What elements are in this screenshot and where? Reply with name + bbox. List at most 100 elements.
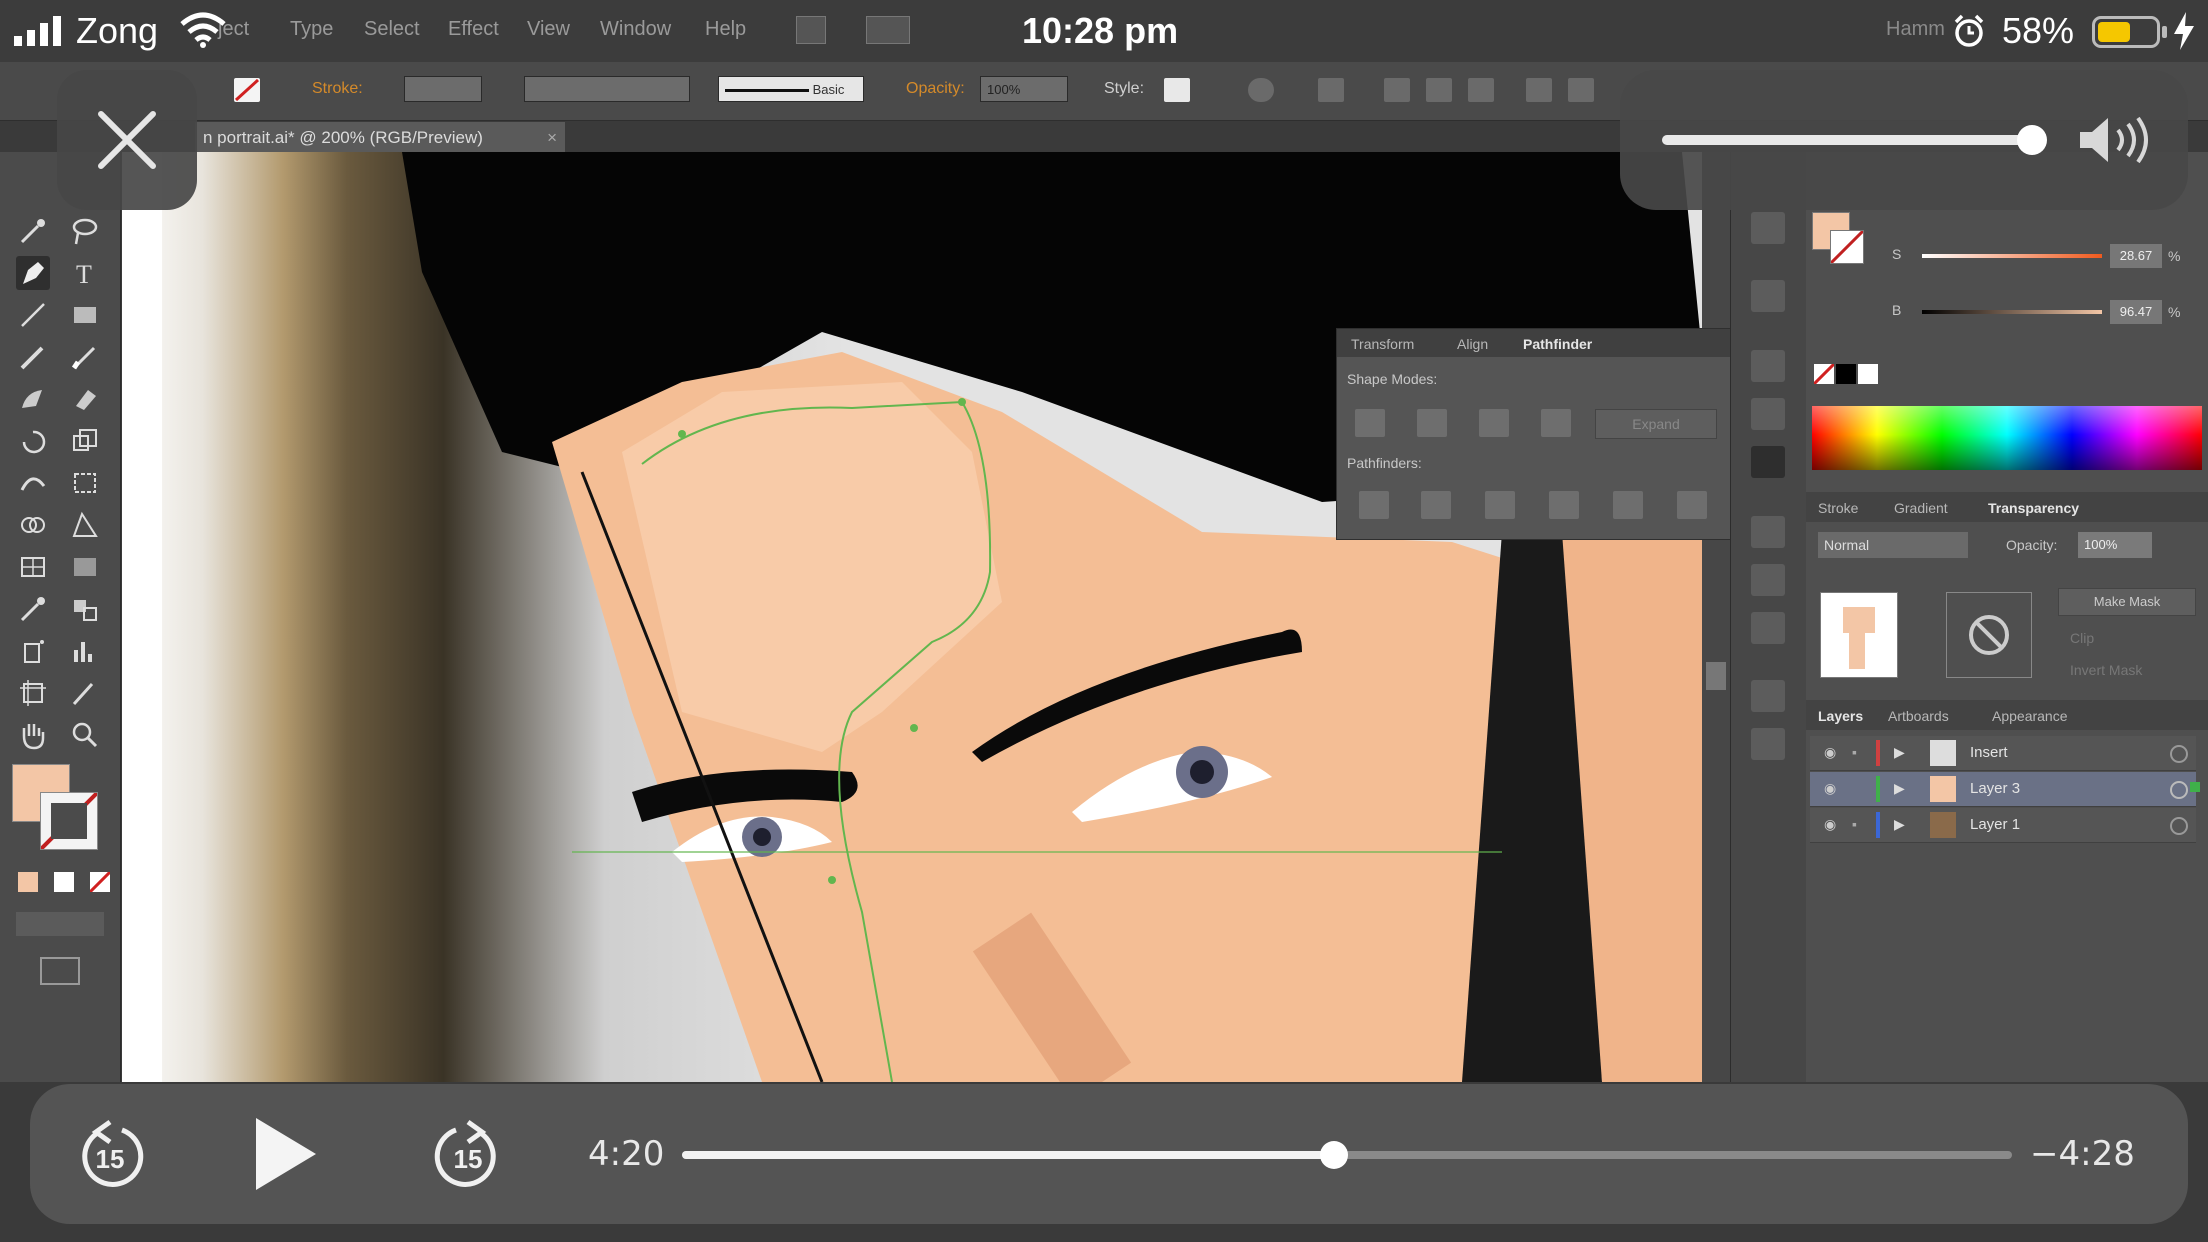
stroke-swatch[interactable] <box>40 792 98 850</box>
unite-icon[interactable] <box>1355 409 1385 437</box>
skip-back-button[interactable]: 15 <box>70 1114 150 1194</box>
brightness-field[interactable]: 96.47 <box>2110 300 2162 324</box>
character-icon[interactable] <box>1751 516 1785 548</box>
expand-arrow-icon[interactable]: ▶ <box>1894 816 1905 833</box>
progress-knob[interactable] <box>1319 1141 1348 1169</box>
pathfinder-icon[interactable] <box>1751 446 1785 478</box>
layer-row-insert[interactable]: ◉ ▪ ▶ Insert <box>1810 736 2196 771</box>
make-mask-button[interactable]: Make Mask <box>2058 588 2196 616</box>
tab-gradient[interactable]: Gradient <box>1894 500 1948 516</box>
brightness-slider[interactable] <box>1922 310 2102 314</box>
tab-artboards[interactable]: Artboards <box>1888 708 1949 724</box>
rotate-tool-icon[interactable] <box>16 424 50 458</box>
align-icon[interactable] <box>1751 350 1785 382</box>
stroke-none-swatch[interactable] <box>234 78 260 102</box>
color-stroke-swatch[interactable] <box>1830 230 1864 264</box>
expand-arrow-icon[interactable]: ▶ <box>1894 744 1905 761</box>
white-swatch[interactable] <box>1858 364 1878 384</box>
pencil-tool-icon[interactable] <box>68 340 102 374</box>
target-icon[interactable] <box>2170 781 2188 799</box>
brushes-icon[interactable] <box>1751 680 1785 712</box>
divide-icon[interactable] <box>1359 491 1389 519</box>
expand-arrow-icon[interactable]: ▶ <box>1894 780 1905 797</box>
brush-select[interactable]: Basic <box>718 76 864 102</box>
column-graph-tool-icon[interactable] <box>68 634 102 668</box>
target-icon[interactable] <box>2170 745 2188 763</box>
eraser-tool-icon[interactable] <box>68 382 102 416</box>
screen-mode-icon[interactable] <box>40 957 80 985</box>
transparency-opacity-field[interactable]: 100% <box>2078 532 2152 558</box>
tab-align[interactable]: Align <box>1457 336 1488 352</box>
close-tab-icon[interactable]: × <box>547 122 557 154</box>
symbol-library-icon[interactable] <box>1751 728 1785 760</box>
tab-transparency[interactable]: Transparency <box>1988 500 2079 516</box>
trim-icon[interactable] <box>1421 491 1451 519</box>
line-tool-icon[interactable] <box>16 298 50 332</box>
align-right-icon[interactable] <box>1468 78 1494 102</box>
warp-tool-icon[interactable] <box>16 466 50 500</box>
tab-stroke[interactable]: Stroke <box>1818 500 1858 516</box>
visibility-eye-icon[interactable]: ◉ <box>1824 780 1836 797</box>
color-mode-icon[interactable] <box>18 872 38 892</box>
zoom-tool-icon[interactable] <box>68 718 102 752</box>
recolor-icon[interactable] <box>1248 78 1274 102</box>
scale-tool-icon[interactable] <box>68 424 102 458</box>
align-top-icon[interactable] <box>1526 78 1552 102</box>
scrollbar-thumb[interactable] <box>1706 662 1726 690</box>
lock-icon[interactable]: ▪ <box>1852 816 1857 832</box>
align-middle-icon[interactable] <box>1568 78 1594 102</box>
gradient-mode-icon[interactable] <box>54 872 74 892</box>
transform-icon[interactable] <box>1751 280 1785 312</box>
none-color-swatch[interactable] <box>1814 364 1834 384</box>
blob-brush-tool-icon[interactable] <box>16 382 50 416</box>
document-tab[interactable]: n portrait.ai* @ 200% (RGB/Preview) × <box>195 122 565 154</box>
opentype-icon[interactable] <box>1751 612 1785 644</box>
speaker-volume-icon[interactable] <box>2076 114 2156 166</box>
free-transform-tool-icon[interactable] <box>68 466 102 500</box>
close-button[interactable] <box>57 70 197 210</box>
eyedropper-tool-icon[interactable] <box>16 592 50 626</box>
perspective-grid-tool-icon[interactable] <box>68 508 102 542</box>
layer-row-layer-1[interactable]: ◉ ▪ ▶ Layer 1 <box>1810 808 2196 843</box>
tab-appearance[interactable]: Appearance <box>1992 708 2068 724</box>
lock-icon[interactable]: ▪ <box>1852 744 1857 760</box>
artboard-tool-icon[interactable] <box>16 676 50 710</box>
type-tool-icon[interactable]: T <box>68 256 102 290</box>
target-icon[interactable] <box>2170 817 2188 835</box>
expand-button[interactable]: Expand <box>1595 409 1717 439</box>
shape-builder-tool-icon[interactable] <box>16 508 50 542</box>
lasso-tool-icon[interactable] <box>68 214 102 248</box>
artboard-canvas[interactable] <box>122 152 1730 1082</box>
magic-wand-tool-icon[interactable] <box>16 214 50 248</box>
hand-tool-icon[interactable] <box>16 718 50 752</box>
symbols-icon[interactable] <box>1751 212 1785 244</box>
saturation-field[interactable]: 28.67 <box>2110 244 2162 268</box>
gradient-tool-icon[interactable] <box>68 550 102 584</box>
minus-back-icon[interactable] <box>1677 491 1707 519</box>
minus-front-icon[interactable] <box>1417 409 1447 437</box>
saturation-slider[interactable] <box>1922 254 2102 258</box>
align-center-icon[interactable] <box>1426 78 1452 102</box>
play-button[interactable] <box>240 1112 324 1196</box>
stroke-weight-field[interactable] <box>404 76 482 102</box>
blend-mode-select[interactable]: Normal <box>1818 532 1968 558</box>
exclude-icon[interactable] <box>1541 409 1571 437</box>
invert-mask-checkbox[interactable]: Invert Mask <box>2070 662 2142 678</box>
volume-slider[interactable] <box>1662 125 2047 155</box>
stroke-icon[interactable] <box>1751 398 1785 430</box>
volume-knob[interactable] <box>2017 125 2047 155</box>
tab-pathfinder[interactable]: Pathfinder <box>1523 336 1592 352</box>
paragraph-icon[interactable] <box>1751 564 1785 596</box>
paintbrush-tool-icon[interactable] <box>16 340 50 374</box>
clip-checkbox[interactable]: Clip <box>2070 630 2094 646</box>
canvas-scrollbar[interactable] <box>1702 152 1730 1082</box>
color-spectrum[interactable] <box>1812 406 2202 470</box>
opacity-field[interactable]: 100% <box>980 76 1068 102</box>
symbol-sprayer-tool-icon[interactable] <box>16 634 50 668</box>
tab-transform[interactable]: Transform <box>1351 336 1414 352</box>
drawing-mode-icon[interactable] <box>16 912 104 936</box>
intersect-icon[interactable] <box>1479 409 1509 437</box>
slice-tool-icon[interactable] <box>68 676 102 710</box>
outline-icon[interactable] <box>1613 491 1643 519</box>
graphic-style-swatch[interactable] <box>1164 78 1190 102</box>
